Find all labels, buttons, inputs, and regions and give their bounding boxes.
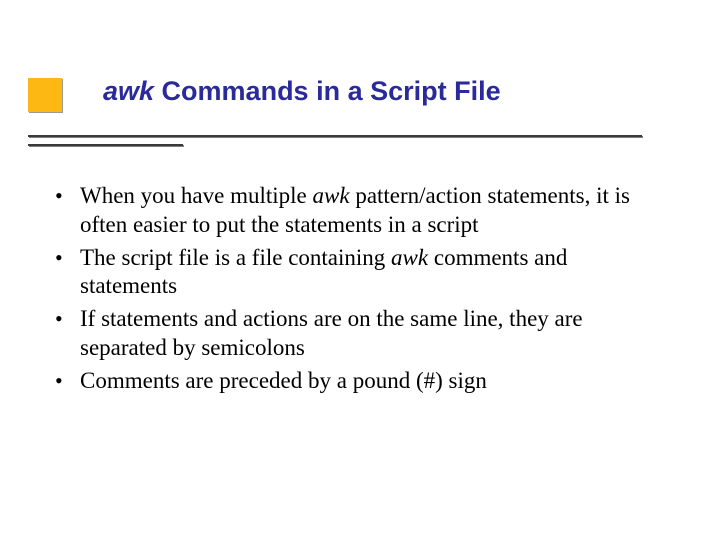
- bullet-text-pre: If statements and actions are on the sam…: [80, 306, 583, 360]
- title-rule-short: [28, 144, 183, 146]
- title-rest: Commands in a Script File: [154, 76, 501, 106]
- bullet-text-italic: awk: [391, 245, 428, 270]
- title-rule-long: [28, 135, 642, 137]
- bullet-text-pre: When you have multiple: [80, 183, 313, 208]
- bullet-text-pre: The script file is a file containing: [80, 245, 391, 270]
- list-item: The script file is a file containing awk…: [50, 244, 670, 302]
- list-item: Comments are preceded by a pound (#) sig…: [50, 367, 670, 396]
- list-item: If statements and actions are on the sam…: [50, 305, 670, 363]
- slide-title: awk Commands in a Script File: [103, 76, 501, 107]
- bullet-text-pre: Comments are preceded by a pound (#) sig…: [80, 368, 487, 393]
- list-item: When you have multiple awk pattern/actio…: [50, 182, 670, 240]
- title-bullet-square: [28, 78, 62, 112]
- bullet-text-italic: awk: [313, 183, 350, 208]
- title-italic: awk: [103, 76, 154, 106]
- bullet-list: When you have multiple awk pattern/actio…: [50, 182, 670, 395]
- slide: awk Commands in a Script File When you h…: [0, 0, 720, 540]
- body-text: When you have multiple awk pattern/actio…: [50, 182, 670, 399]
